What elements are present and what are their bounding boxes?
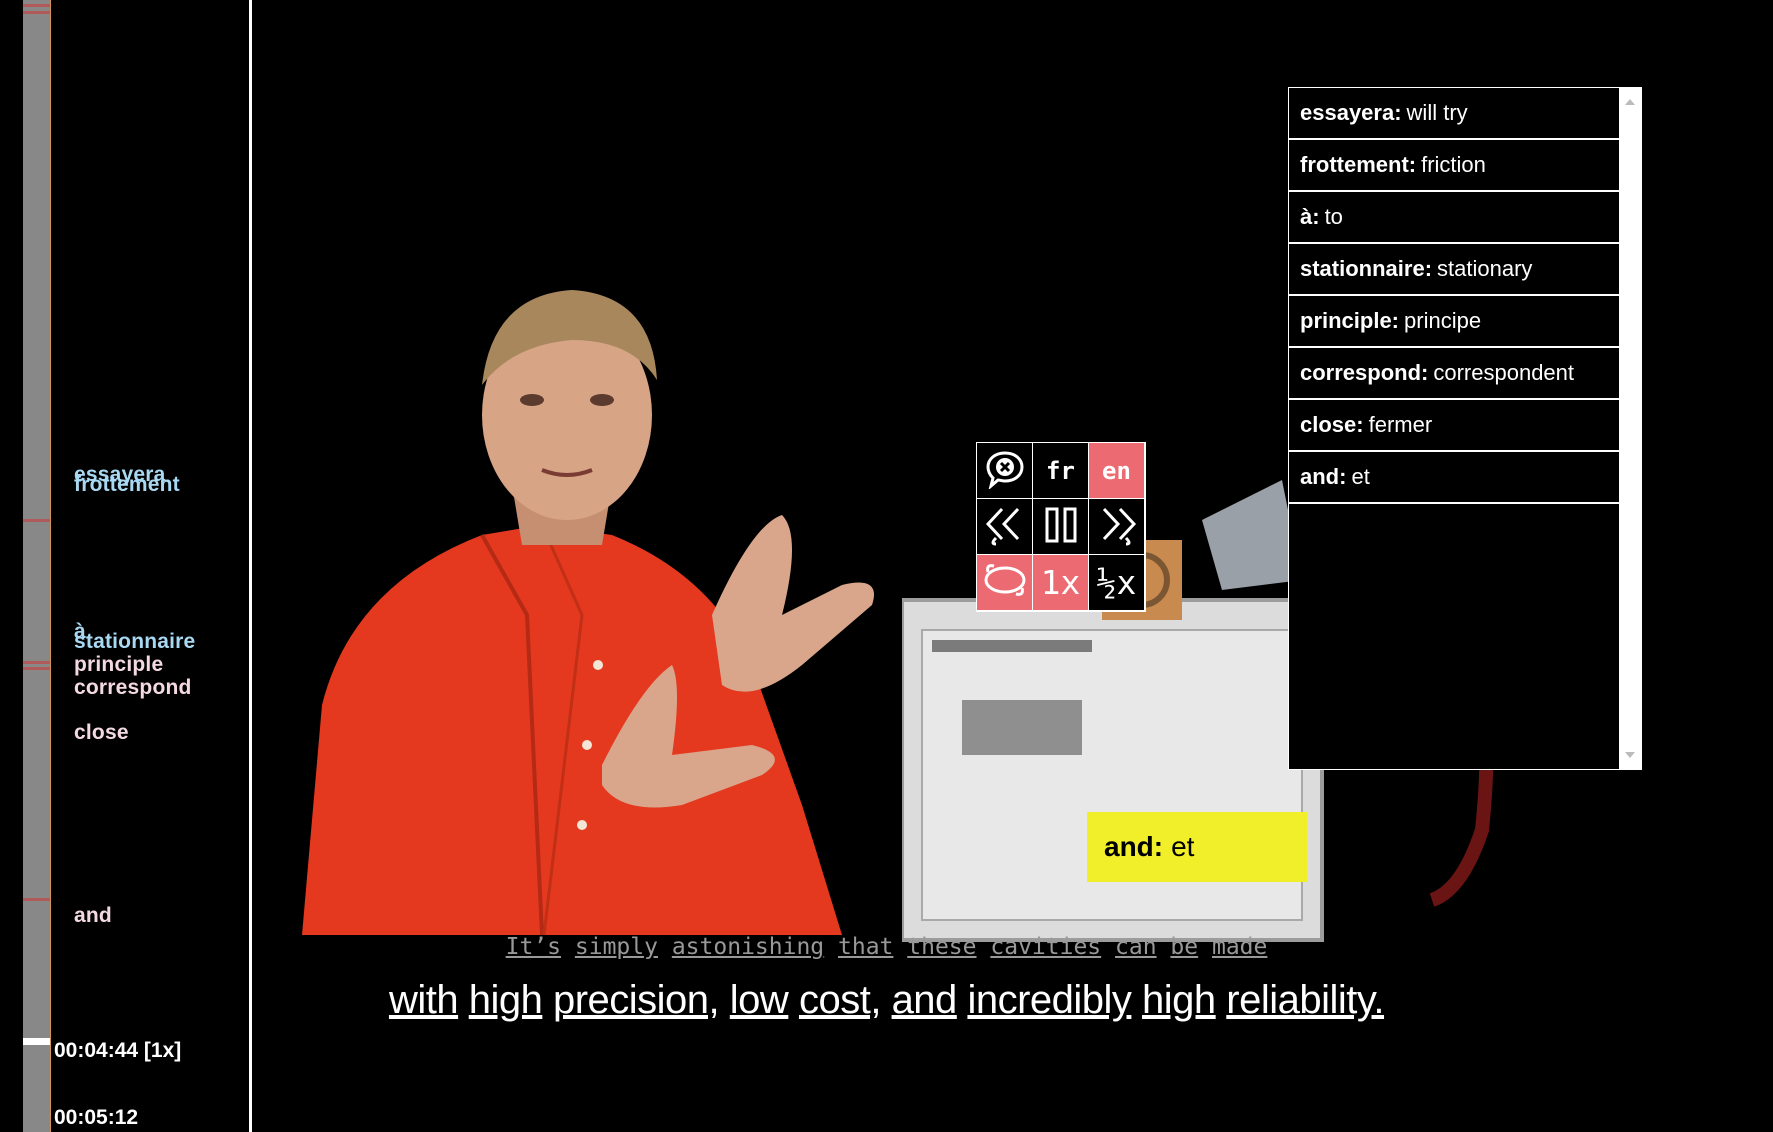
subtitle-word[interactable]: It’s: [506, 934, 561, 960]
close-subtitles-button[interactable]: [977, 443, 1032, 498]
timeline-marker: [23, 519, 50, 522]
pause-icon: [1041, 505, 1081, 549]
speed-half-button[interactable]: ½x: [1089, 555, 1144, 610]
vocab-item[interactable]: correspond: correspondent: [1289, 348, 1619, 400]
subtitle-word[interactable]: simply: [575, 934, 658, 960]
vocab-translation: friction: [1421, 152, 1486, 177]
vocab-item[interactable]: principle: principe: [1289, 296, 1619, 348]
english-subtitle-line: with high precision, low cost, and incre…: [0, 978, 1773, 1023]
loop-icon: [982, 560, 1028, 606]
vocab-term: principle:: [1300, 308, 1400, 333]
next-time: 00:05:12: [54, 1106, 139, 1129]
timeline-word[interactable]: principle: [74, 653, 163, 677]
vocab-item[interactable]: stationnaire: stationary: [1289, 244, 1619, 296]
fast-forward-button[interactable]: [1089, 499, 1144, 554]
subtitle-word[interactable]: low: [730, 978, 789, 1022]
speed-half-label: ½x: [1096, 563, 1137, 602]
vocab-term: and:: [1300, 464, 1347, 489]
close-chat-icon: [985, 449, 1025, 493]
timeline-scrubber[interactable]: [23, 0, 51, 1132]
speed-1x-button[interactable]: 1x: [1033, 555, 1088, 610]
subtitle-word[interactable]: precision,: [553, 978, 720, 1022]
vocab-item[interactable]: frottement: friction: [1289, 140, 1619, 192]
timeline-word[interactable]: frottement: [74, 473, 180, 497]
subtitle-word[interactable]: can: [1115, 934, 1157, 960]
subtitle-word[interactable]: cavities: [990, 934, 1101, 960]
vocab-scrollbar[interactable]: [1619, 88, 1641, 769]
vocab-translation: will try: [1406, 100, 1468, 125]
subtitle-word[interactable]: cost,: [799, 978, 881, 1022]
subtitle-word[interactable]: reliability.: [1226, 978, 1384, 1022]
language-en-button[interactable]: en: [1089, 443, 1144, 498]
vocab-term: close:: [1300, 412, 1364, 437]
vocab-translation: stationary: [1437, 256, 1533, 281]
scroll-down-arrow-icon[interactable]: [1625, 752, 1635, 758]
vocab-item[interactable]: essayera: will try: [1289, 88, 1619, 140]
timeline-word[interactable]: close: [74, 721, 129, 745]
subtitle-word[interactable]: high: [469, 978, 543, 1022]
timeline-marker: [23, 661, 50, 664]
vocab-term: à:: [1300, 204, 1320, 229]
vocab-term: frottement:: [1300, 152, 1417, 177]
vocabulary-list[interactable]: essayera: will try frottement: friction à:…: [1288, 87, 1642, 770]
player-control-grid: fr en 1x ½x: [976, 442, 1146, 612]
subtitle-word[interactable]: incredibly: [967, 978, 1131, 1022]
speed-1x-label: 1x: [1040, 563, 1081, 602]
vocab-translation: principe: [1404, 308, 1482, 333]
loop-button[interactable]: [977, 555, 1032, 610]
french-subtitle-line: It’s simply astonishing that these cavit…: [0, 934, 1773, 960]
timeline-word[interactable]: correspond: [74, 676, 192, 700]
subtitle-word[interactable]: made: [1212, 934, 1267, 960]
word-tooltip: and: et: [1087, 812, 1307, 882]
vocab-translation: correspondent: [1433, 360, 1575, 385]
timeline-marker: [23, 4, 50, 7]
rewind-icon: [982, 504, 1028, 550]
vocab-item[interactable]: and: et: [1289, 452, 1619, 504]
vocab-item[interactable]: à: to: [1289, 192, 1619, 244]
subtitle-word[interactable]: that: [838, 934, 893, 960]
vocab-translation: to: [1324, 204, 1343, 229]
presenter-video-frame: [302, 290, 874, 935]
vocab-translation: fermer: [1368, 412, 1433, 437]
language-fr-label: fr: [1046, 456, 1075, 485]
subtitle-word[interactable]: and: [892, 978, 958, 1022]
timeline-word[interactable]: stationnaire: [74, 630, 195, 654]
vocab-item[interactable]: close: fermer: [1289, 400, 1619, 452]
language-fr-button[interactable]: fr: [1033, 443, 1088, 498]
vocab-term: correspond:: [1300, 360, 1429, 385]
tooltip-translation: et: [1171, 831, 1195, 862]
subtitle-word[interactable]: high: [1142, 978, 1216, 1022]
rewind-button[interactable]: [977, 499, 1032, 554]
vocab-translation: et: [1351, 464, 1370, 489]
pause-button[interactable]: [1033, 499, 1088, 554]
subtitle-word[interactable]: astonishing: [672, 934, 824, 960]
timeline-marker: [23, 667, 50, 670]
subtitle-word[interactable]: these: [907, 934, 976, 960]
vocab-term: essayera:: [1300, 100, 1402, 125]
tooltip-term: and:: [1104, 831, 1164, 862]
vocab-term: stationnaire:: [1300, 256, 1433, 281]
timeline-word[interactable]: and: [74, 904, 112, 928]
subtitle-word[interactable]: with: [389, 978, 459, 1022]
timeline-marker: [23, 11, 50, 14]
timeline-sidebar: essayera frottement à stationnaire princ…: [0, 0, 250, 1132]
timeline-playhead[interactable]: [23, 1038, 50, 1045]
fast-forward-icon: [1094, 504, 1140, 550]
timeline-marker: [23, 898, 50, 901]
current-time: 00:04:44 [1x]: [54, 1039, 182, 1062]
subtitle-word[interactable]: be: [1170, 934, 1198, 960]
scroll-up-arrow-icon[interactable]: [1625, 99, 1635, 105]
language-en-label: en: [1102, 456, 1131, 485]
